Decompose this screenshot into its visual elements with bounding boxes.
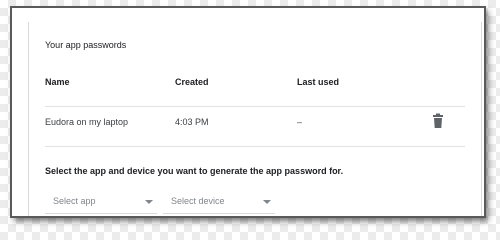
header-divider	[45, 106, 465, 107]
section-title: Your app passwords	[45, 40, 127, 50]
row-created: 4:03 PM	[175, 117, 209, 127]
screenshot-frame: Your app passwords Name Created Last use…	[12, 8, 484, 216]
column-header-last-used: Last used	[297, 77, 340, 87]
row-last-used: –	[297, 117, 303, 127]
caret-down-icon	[263, 200, 271, 204]
select-app-placeholder: Select app	[53, 196, 96, 206]
select-device-dropdown[interactable]: Select device	[163, 191, 275, 216]
select-app-dropdown[interactable]: Select app	[45, 191, 157, 216]
column-header-name: Name	[45, 77, 70, 87]
select-device-placeholder: Select device	[171, 196, 225, 206]
select-app-underline	[45, 213, 157, 214]
row-divider	[45, 146, 465, 147]
trash-icon	[433, 113, 443, 128]
generate-prompt: Select the app and device you want to ge…	[45, 166, 344, 176]
caret-down-icon	[145, 200, 153, 204]
row-name: Eudora on my laptop	[45, 117, 129, 127]
column-header-created: Created	[175, 77, 209, 87]
select-device-underline	[163, 213, 275, 214]
delete-app-password-button[interactable]	[431, 113, 445, 129]
app-passwords-card: Your app passwords Name Created Last use…	[28, 22, 482, 216]
